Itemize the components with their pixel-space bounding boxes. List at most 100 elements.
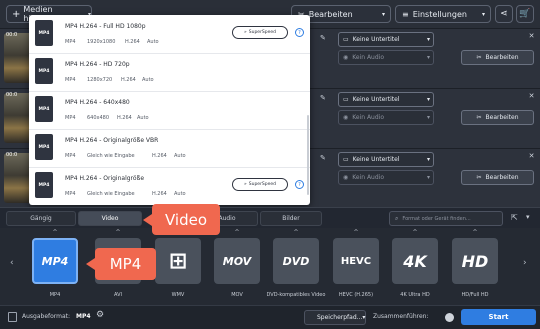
preset-bitrate: Auto xyxy=(174,191,186,197)
menu-icon: ≡ xyxy=(402,9,409,19)
start-label: Start xyxy=(488,313,509,321)
cart-icon[interactable]: 🛒 xyxy=(516,5,534,23)
superspeed-icon: » xyxy=(243,30,247,35)
edit-file-label: Bearbeiten xyxy=(485,54,519,61)
save-path-select[interactable]: Speicherpfad... ▾ xyxy=(304,310,366,325)
preset-resolution: Gleich wie Eingabe xyxy=(87,153,135,159)
chevron-down-icon: ▾ xyxy=(426,156,430,163)
save-path-label: Speicherpfad... xyxy=(317,314,363,321)
format-label: HEVC (H.265) xyxy=(338,292,374,298)
format-tabs: Gängig Video Audio Bilder ⌕ Format oder … xyxy=(0,207,540,229)
audio-icon: ◉ xyxy=(343,174,349,181)
preset-container: MP4 xyxy=(65,77,76,83)
chevron-up-icon[interactable]: ^ xyxy=(114,229,122,236)
chevron-down-icon: ▾ xyxy=(381,10,385,18)
preset-item[interactable]: MP4 MP4 H.264 - Originalgröße VBR MP4 Gl… xyxy=(29,129,310,168)
tab-popular[interactable]: Gängig xyxy=(6,211,76,226)
tab-images[interactable]: Bilder xyxy=(260,211,322,226)
start-button[interactable]: Start xyxy=(461,309,536,325)
superspeed-badge: » SuperSpeed xyxy=(232,26,288,39)
format-label: DVD-kompatibles Video xyxy=(266,292,326,298)
edit-file-button[interactable]: ✂ Bearbeiten xyxy=(461,50,534,65)
preset-bitrate: Auto xyxy=(174,153,186,159)
preset-item[interactable]: MP4 MP4 H.264 - HD 720p MP4 1280x720 H.2… xyxy=(29,53,310,92)
format-tile-4k[interactable]: 4K xyxy=(392,238,438,284)
format-tile-hevc[interactable]: HEVC xyxy=(333,238,379,284)
output-format-label: Ausgabeformat: xyxy=(22,313,71,320)
chevron-up-icon[interactable]: ^ xyxy=(292,229,300,236)
merge-toggle[interactable] xyxy=(445,313,454,322)
chevron-up-icon[interactable]: ^ xyxy=(352,229,360,236)
preset-resolution: 1280x720 xyxy=(87,77,113,83)
edit-file-label: Bearbeiten xyxy=(485,174,519,181)
chevron-right-icon[interactable]: › xyxy=(523,258,527,268)
preset-title: MP4 H.264 - HD 720p xyxy=(65,61,130,68)
superspeed-label: SuperSpeed xyxy=(248,30,277,35)
close-icon[interactable]: ✕ xyxy=(527,152,536,161)
pencil-icon[interactable]: ✎ xyxy=(320,94,326,102)
preset-title: MP4 H.264 - Originalgröße xyxy=(65,175,145,182)
subtitle-select[interactable]: ▭ Keine Untertitel ▾ xyxy=(338,152,434,167)
preset-codec: H.264 xyxy=(152,153,167,159)
audio-select[interactable]: ◉ Kein Audio ▾ xyxy=(338,170,434,185)
format-tile-mp4[interactable]: MP4 xyxy=(32,238,78,284)
audio-icon: ◉ xyxy=(343,114,349,121)
preset-item[interactable]: MP4 MP4 H.264 - 640x480 MP4 640x480 H.26… xyxy=(29,91,310,130)
format-tile-hd[interactable]: HD xyxy=(452,238,498,284)
search-input[interactable]: ⌕ Format oder Gerät finden... xyxy=(389,211,503,226)
format-tile-dvd[interactable]: DVD xyxy=(273,238,319,284)
plus-icon: + xyxy=(12,8,21,20)
hd-logo: HD xyxy=(461,251,489,271)
close-icon[interactable]: ✕ xyxy=(527,92,536,101)
edit-file-button[interactable]: ✂ Bearbeiten xyxy=(461,110,534,125)
edit-label: Bearbeiten xyxy=(308,9,353,19)
callout-arrow xyxy=(143,214,152,226)
format-tile-mov[interactable]: MOV xyxy=(214,238,260,284)
help-icon[interactable]: ? xyxy=(295,28,304,37)
preset-title: MP4 H.264 - Full HD 1080p xyxy=(65,23,146,30)
preset-codec: H.264 xyxy=(125,39,140,45)
preset-item[interactable]: MP4 MP4 H.264 - Originalgröße MP4 Gleich… xyxy=(29,167,310,205)
pencil-icon[interactable]: ✎ xyxy=(320,154,326,162)
preset-item[interactable]: MP4 MP4 H.264 - Full HD 1080p MP4 1920x1… xyxy=(29,15,310,54)
chevron-left-icon[interactable]: ‹ xyxy=(10,258,14,268)
chevron-up-icon[interactable]: ^ xyxy=(471,229,479,236)
subtitle-value: Keine Untertitel xyxy=(352,156,400,163)
preset-resolution: Gleich wie Eingabe xyxy=(87,191,135,197)
4k-logo: 4K xyxy=(403,251,427,271)
search-placeholder: Format oder Gerät finden... xyxy=(402,215,471,222)
dropdown-scrollbar[interactable] xyxy=(307,115,309,195)
close-icon[interactable]: ✕ xyxy=(527,32,536,41)
export-icon[interactable]: ⇱ xyxy=(511,213,518,222)
preset-codec: H.264 xyxy=(121,77,136,83)
preset-container: MP4 xyxy=(65,39,76,45)
help-icon[interactable]: ? xyxy=(295,180,304,189)
chevron-up-icon[interactable]: ^ xyxy=(411,229,419,236)
collapse-icon[interactable]: ▾ xyxy=(526,213,530,221)
format-grid: ‹ › ^ MP4 MP4 ^ AVI ^ ⊞ WMV ^ MOV MOV ^ … xyxy=(0,228,540,304)
subtitle-icon: ▭ xyxy=(343,96,349,103)
format-label: MOV xyxy=(231,292,243,298)
settings-button[interactable]: ≡ Einstellungen ▾ xyxy=(395,5,491,23)
share-icon[interactable]: ⋖ xyxy=(495,5,513,23)
pencil-icon[interactable]: ✎ xyxy=(320,34,326,42)
gear-icon[interactable]: ⚙ xyxy=(96,310,104,320)
output-format-icon xyxy=(8,312,17,322)
edit-file-button[interactable]: ✂ Bearbeiten xyxy=(461,170,534,185)
preset-resolution: 640x480 xyxy=(87,115,110,121)
subtitle-select[interactable]: ▭ Keine Untertitel ▾ xyxy=(338,32,434,47)
chevron-up-icon[interactable]: ^ xyxy=(233,229,241,236)
format-tile-wmv[interactable]: ⊞ xyxy=(155,238,201,284)
audio-select[interactable]: ◉ Kein Audio ▾ xyxy=(338,110,434,125)
chevron-down-icon: ▾ xyxy=(362,314,366,321)
chevron-down-icon: ▾ xyxy=(426,54,430,61)
audio-select[interactable]: ◉ Kein Audio ▾ xyxy=(338,50,434,65)
preset-bitrate: Auto xyxy=(147,39,159,45)
chevron-down-icon: ▾ xyxy=(426,36,430,43)
tab-video[interactable]: Video xyxy=(78,211,142,226)
preset-container: MP4 xyxy=(65,153,76,159)
mp4-file-icon: MP4 xyxy=(35,58,53,84)
chevron-up-icon[interactable]: ^ xyxy=(51,229,59,236)
subtitle-select[interactable]: ▭ Keine Untertitel ▾ xyxy=(338,92,434,107)
chevron-down-icon: ▾ xyxy=(426,96,430,103)
